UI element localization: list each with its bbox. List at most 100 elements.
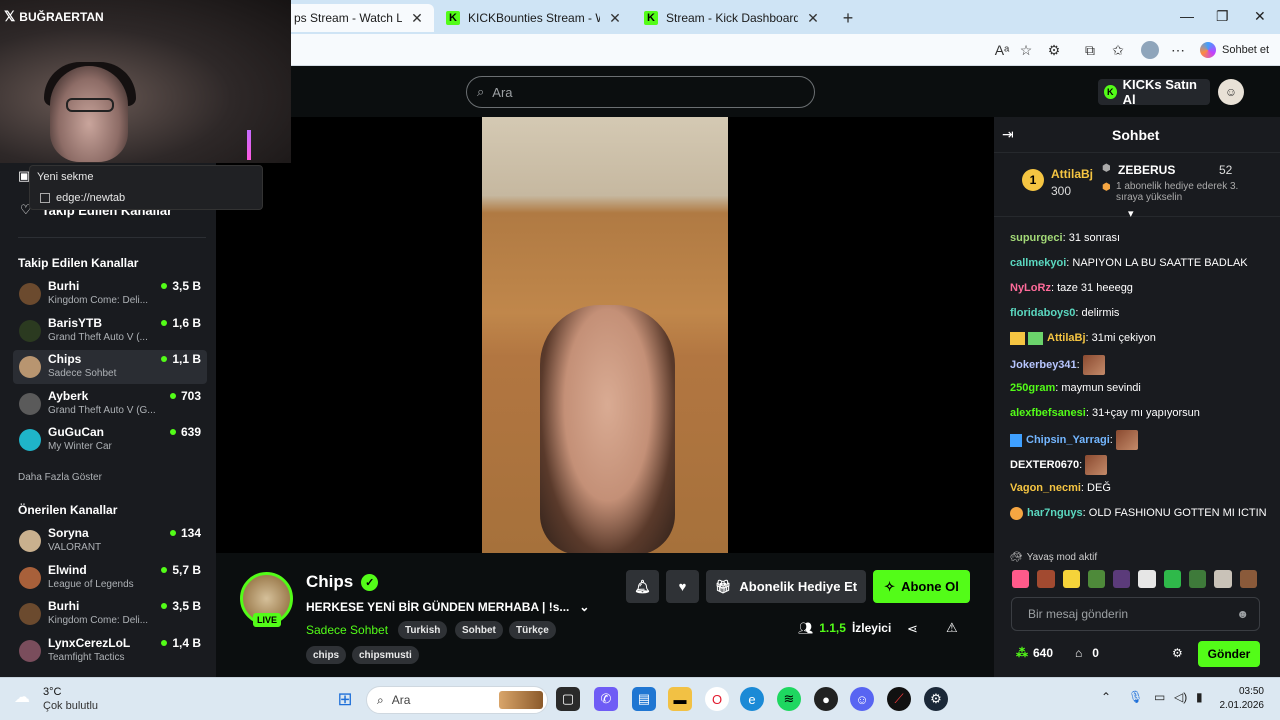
sidebar-channel-burhi[interactable]: Burhi Kingdom Come: Deli... 3,5 B [13, 277, 207, 311]
send-message-button[interactable]: Gönder [1198, 641, 1260, 667]
opera-icon[interactable]: O [705, 687, 729, 711]
chat-username[interactable]: Vagon_necmi [1010, 482, 1081, 494]
app-icon[interactable]: ⟋ [887, 687, 911, 711]
emote-bar [1012, 570, 1260, 592]
battery-icon[interactable]: ▮ [1196, 690, 1203, 704]
favorites-icon[interactable]: ✩ [1108, 40, 1128, 60]
emote-icon[interactable] [1138, 570, 1156, 588]
clock-time[interactable]: 03:50 [1218, 686, 1264, 697]
chevron-down-icon[interactable]: ⌄ [579, 600, 589, 614]
emote-icon[interactable] [1012, 570, 1030, 588]
subscribe-button[interactable]: ✧ Abone Ol [873, 570, 970, 603]
share-icon[interactable]: ⋖ [907, 621, 918, 637]
windows-start-icon[interactable]: ⊞ [333, 687, 357, 711]
show-more-link[interactable]: Daha Fazla Göster [18, 472, 102, 483]
emote-icon[interactable] [1163, 570, 1182, 588]
clock-date[interactable]: 2.01.2026 [1206, 700, 1265, 711]
task-view-icon[interactable]: ▢ [556, 687, 580, 711]
chat-settings-icon[interactable]: ⚙ [1172, 646, 1183, 660]
chat-username[interactable]: Jokerbey341 [1010, 359, 1077, 371]
tab-kickbounties[interactable]: K KICKBounties Stream - Watch Live ✕ [436, 4, 632, 32]
sidebar-channel-gugucan[interactable]: GuGuCan My Winter Car 639 [13, 423, 207, 457]
volume-icon[interactable]: ◁) [1174, 690, 1187, 704]
tag-turkish[interactable]: Turkish [398, 621, 448, 639]
weather-cloud-icon[interactable]: ☁ [14, 687, 30, 707]
sidebar-channel-chips[interactable]: Chips Sadece Sohbet 1,1 B [13, 350, 207, 385]
obs-icon[interactable]: ● [814, 687, 838, 711]
live-dot-icon [161, 283, 168, 289]
emote-icon[interactable] [1189, 570, 1207, 588]
steam-icon[interactable]: ⚙ [924, 687, 948, 711]
tag-turkce[interactable]: Türkçe [509, 621, 556, 639]
extensions-icon[interactable]: ⚙ [1044, 40, 1064, 60]
emote-icon[interactable] [1239, 570, 1257, 588]
minimize-icon[interactable]: — [1180, 8, 1194, 24]
chat-app-icon[interactable]: ✆ [594, 687, 618, 711]
tab-kick-dashboard[interactable]: K Stream - Kick Dashboard ✕ [634, 4, 830, 32]
emote-icon[interactable] [1087, 570, 1106, 588]
profile-icon[interactable] [1140, 40, 1160, 60]
sidebar-channel-soryna[interactable]: Soryna VALORANT 134 [13, 524, 207, 558]
copilot-button[interactable]: Sohbet et [1200, 42, 1269, 58]
expand-leaderboard-icon[interactable]: ▾ [1128, 207, 1134, 220]
search-input[interactable]: ⌕ Ara [466, 76, 815, 108]
sidebar-channel-barisytb[interactable]: BarisYTB Grand Theft Auto V (... 1,6 B [13, 314, 207, 348]
follow-heart-button[interactable]: ♥ [666, 570, 699, 603]
chat-username[interactable]: DEXTER0670 [1010, 459, 1079, 471]
tag-chipsmusti[interactable]: chipsmusti [352, 646, 419, 664]
notification-bell-button[interactable]: 🔔︎ [626, 570, 659, 603]
file-explorer-icon[interactable]: ▬ [668, 687, 692, 711]
tag-sohbet[interactable]: Sohbet [455, 621, 503, 639]
chat-username[interactable]: supurgeci [1010, 232, 1063, 244]
read-aloud-icon[interactable]: Aᵃ [992, 40, 1012, 60]
chat-username[interactable]: AttilaBj [1047, 332, 1086, 344]
collapse-chat-icon[interactable]: ⇥ [1002, 126, 1014, 143]
taskbar-search-input[interactable]: ⌕ Ara [366, 686, 548, 714]
spotify-icon[interactable]: ≋ [777, 687, 801, 711]
close-tab-icon[interactable]: ✕ [806, 10, 820, 27]
maximize-icon[interactable]: ❐ [1216, 8, 1229, 25]
new-tab-icon[interactable]: + [838, 8, 858, 28]
chat-username[interactable]: floridaboys0 [1010, 307, 1075, 319]
emoji-picker-icon[interactable]: ☻ [1236, 607, 1249, 621]
chat-username[interactable]: alexfbefsanesi [1010, 407, 1086, 419]
channel-name[interactable]: Chips [306, 572, 353, 592]
channel-name: LynxCerezLoL [48, 635, 131, 650]
kicks-balance[interactable]: ⌂ 0 [1075, 646, 1099, 660]
live-dot-icon [161, 603, 168, 610]
store-app-icon[interactable]: ▤ [632, 687, 656, 711]
stream-category[interactable]: Sadece Sohbet [306, 623, 388, 637]
buy-kicks-button[interactable]: K KICKs Satın Al [1098, 77, 1210, 107]
emote-icon[interactable] [1113, 570, 1131, 588]
chat-username[interactable]: callmekyoi [1010, 257, 1066, 269]
sidebar-channel-ayberk[interactable]: Ayberk Grand Theft Auto V (G... 703 [13, 387, 207, 421]
more-options-icon[interactable]: ⋯ [1168, 40, 1188, 60]
chat-username[interactable]: har7nguys [1027, 507, 1083, 519]
close-tab-icon[interactable]: ✕ [410, 10, 424, 27]
close-tab-icon[interactable]: ✕ [608, 10, 622, 27]
user-avatar[interactable]: ☺ [1218, 79, 1244, 105]
split-screen-icon[interactable]: ⧉ [1080, 40, 1100, 60]
chat-username[interactable]: Chipsin_Yarragi [1026, 434, 1110, 446]
sidebar-channel-elwind[interactable]: Elwind League of Legends 5,7 B [13, 561, 207, 595]
edge-icon[interactable]: e [740, 687, 764, 711]
chat-username[interactable]: 250gram [1010, 382, 1055, 394]
emote-icon[interactable] [1037, 570, 1055, 588]
tray-expand-icon[interactable]: ⌃ [1101, 690, 1111, 704]
emote-icon[interactable] [1214, 570, 1232, 588]
tag-chips[interactable]: chips [306, 646, 347, 664]
network-icon[interactable]: ▭ [1154, 690, 1165, 704]
discord-icon[interactable]: ☺ [850, 687, 874, 711]
channel-points[interactable]: ⁂ 640 [1016, 646, 1053, 660]
chat-username[interactable]: NyLoRz [1010, 282, 1051, 294]
emote-icon[interactable] [1062, 570, 1080, 588]
sidebar-channel-burhi[interactable]: Burhi Kingdom Come: Deli... 3,5 B [13, 597, 207, 631]
sidebar-channel-lynxcerezlol[interactable]: LynxCerezLoL Teamfight Tactics 1,4 B [13, 634, 207, 668]
gift-subscription-button[interactable]: 🎁︎ Abonelik Hediye Et [706, 570, 866, 603]
tab-chips-stream[interactable]: ps Stream - Watch Live on ✕ [284, 4, 434, 32]
chat-message-input[interactable]: Bir mesaj gönderin ☻ [1011, 597, 1260, 631]
favorite-star-icon[interactable]: ☆ [1016, 40, 1036, 60]
close-window-icon[interactable]: ✕ [1254, 8, 1266, 25]
report-icon[interactable]: ⚠ [946, 620, 958, 636]
microphone-icon[interactable]: 🎙︎ [1128, 690, 1143, 704]
